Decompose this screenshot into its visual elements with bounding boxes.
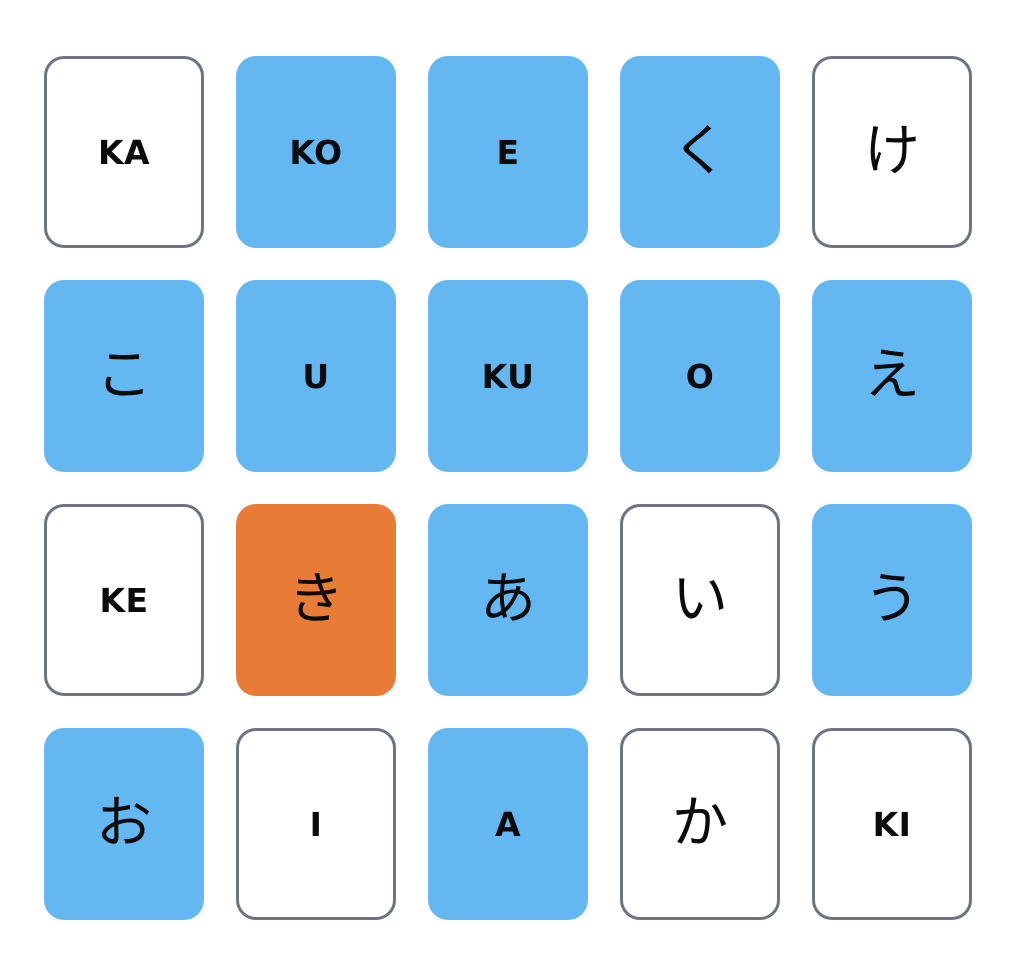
- card-r1-c5[interactable]: け: [812, 56, 972, 248]
- card-r3-c1[interactable]: KE: [44, 504, 204, 696]
- card-label: O: [685, 356, 715, 396]
- card-r1-c4[interactable]: く: [620, 56, 780, 248]
- card-r3-c3[interactable]: あ: [428, 504, 588, 696]
- card-label: あ: [480, 567, 536, 632]
- card-label: こ: [96, 343, 152, 408]
- card-r4-c4[interactable]: か: [620, 728, 780, 920]
- card-r4-c2[interactable]: I: [236, 728, 396, 920]
- card-r4-c5[interactable]: KI: [812, 728, 972, 920]
- memory-card-grid: KA KO E く け こ U KU O え KE き あ い う お I A …: [44, 56, 972, 920]
- card-label: う: [864, 567, 920, 632]
- card-r4-c3[interactable]: A: [428, 728, 588, 920]
- card-label: け: [864, 119, 920, 184]
- card-label: KO: [289, 132, 343, 172]
- card-r3-c4[interactable]: い: [620, 504, 780, 696]
- card-label: KI: [872, 804, 912, 844]
- card-label: い: [672, 567, 728, 632]
- card-label: か: [672, 791, 728, 856]
- card-r1-c2[interactable]: KO: [236, 56, 396, 248]
- card-label: KU: [481, 356, 535, 396]
- card-label: き: [288, 567, 344, 632]
- card-r2-c3[interactable]: KU: [428, 280, 588, 472]
- card-r1-c1[interactable]: KA: [44, 56, 204, 248]
- card-r1-c3[interactable]: E: [428, 56, 588, 248]
- card-label: A: [494, 804, 522, 844]
- card-r4-c1[interactable]: お: [44, 728, 204, 920]
- card-label: お: [96, 791, 152, 856]
- card-r2-c4[interactable]: O: [620, 280, 780, 472]
- card-r3-c5[interactable]: う: [812, 504, 972, 696]
- card-r2-c5[interactable]: え: [812, 280, 972, 472]
- card-label: え: [864, 343, 920, 408]
- card-label: U: [302, 356, 330, 396]
- card-label: KA: [97, 132, 151, 172]
- card-label: E: [496, 132, 520, 172]
- card-r2-c2[interactable]: U: [236, 280, 396, 472]
- card-label: I: [309, 804, 323, 844]
- card-r3-c2[interactable]: き: [236, 504, 396, 696]
- card-label: く: [672, 119, 728, 184]
- card-label: KE: [99, 580, 149, 620]
- card-r2-c1[interactable]: こ: [44, 280, 204, 472]
